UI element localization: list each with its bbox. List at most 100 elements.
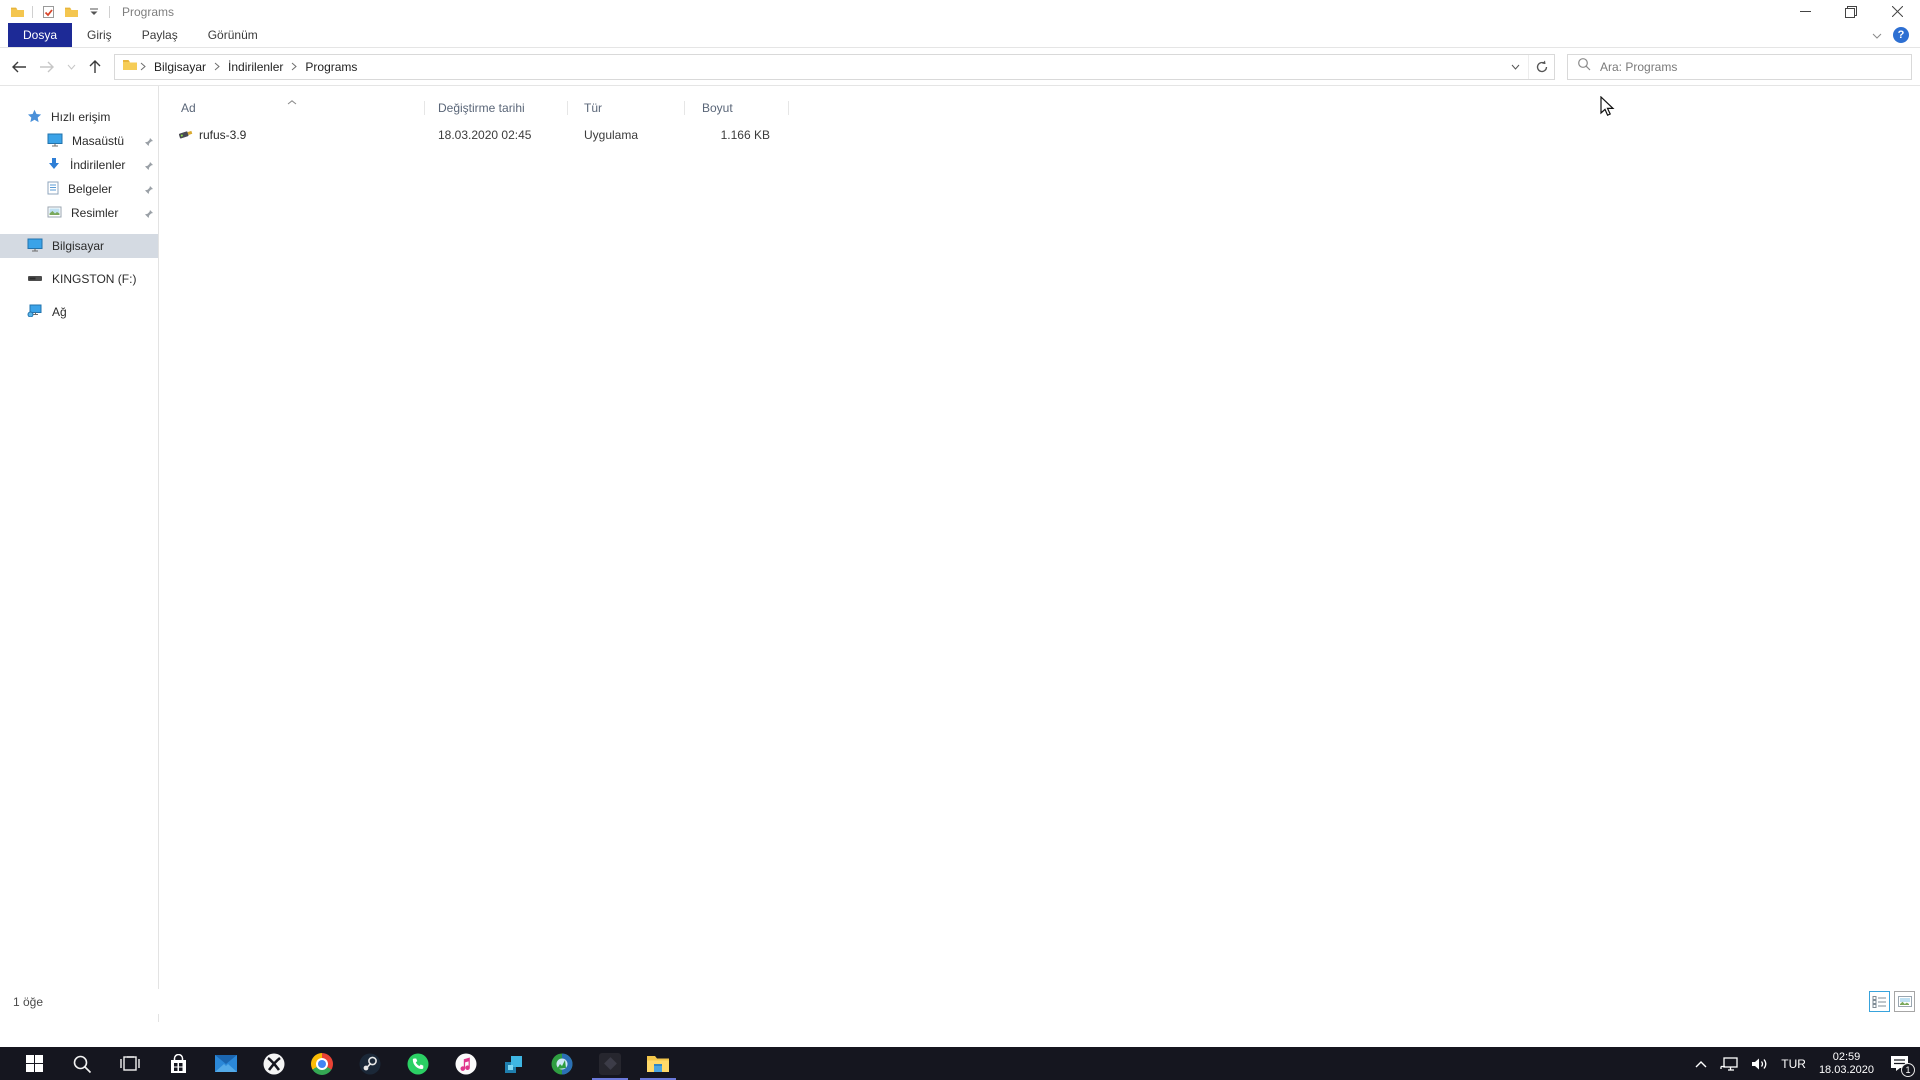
details-view-button[interactable]	[1869, 991, 1890, 1012]
computer-icon	[27, 238, 43, 255]
close-button[interactable]	[1874, 0, 1920, 23]
system-tray: TUR 02:59 18.03.2020 1	[1695, 1051, 1920, 1077]
sidebar-item-label: Belgeler	[68, 182, 112, 196]
address-bar[interactable]: Bilgisayar İndirilenler Programs	[114, 54, 1555, 80]
breadcrumb-item-bilgisayar[interactable]: Bilgisayar	[148, 60, 212, 74]
help-button[interactable]: ?	[1893, 27, 1909, 43]
language-indicator[interactable]: TUR	[1781, 1057, 1806, 1071]
window-controls	[1782, 0, 1920, 23]
search-input[interactable]	[1600, 60, 1911, 74]
sidebar-item-bilgisayar[interactable]: Bilgisayar	[0, 234, 158, 258]
expand-ribbon-icon[interactable]	[1872, 26, 1882, 44]
file-row-rufus[interactable]: rufus-3.9 18.03.2020 02:45 Uygulama 1.16…	[159, 122, 1920, 148]
action-center-icon[interactable]: 1	[1887, 1053, 1911, 1075]
volume-icon[interactable]	[1751, 1057, 1768, 1071]
network-icon	[27, 304, 43, 320]
address-folder-icon	[122, 57, 138, 76]
breadcrumb-chevron-icon	[289, 62, 299, 71]
tab-giris[interactable]: Giriş	[72, 23, 127, 47]
sidebar-item-kingston[interactable]: KINGSTON (F:)	[0, 267, 158, 291]
breadcrumb-item-programs[interactable]: Programs	[299, 60, 363, 74]
column-header-ad[interactable]: Ad	[159, 94, 425, 122]
start-button[interactable]	[10, 1047, 58, 1080]
sidebar-item-label: İndirilenler	[70, 158, 125, 172]
pin-icon	[144, 184, 154, 198]
tab-paylas[interactable]: Paylaş	[127, 23, 193, 47]
quick-access-toolbar	[0, 0, 110, 23]
navigation-pane: Hızlı erişim Masaüstü İndirilenler	[0, 86, 159, 1022]
column-headers: Ad Değiştirme tarihi Tür Boyut	[159, 94, 1920, 122]
recent-locations-icon[interactable]	[62, 54, 80, 80]
ribbon-tab-bar: Dosya Giriş Paylaş Görünüm ?	[0, 23, 1920, 47]
itunes-icon[interactable]	[442, 1047, 490, 1080]
qat-separator	[109, 6, 110, 18]
dark-media-app-icon[interactable]	[586, 1047, 634, 1080]
back-button[interactable]	[6, 54, 32, 80]
customize-quick-access-icon[interactable]	[86, 4, 102, 20]
chrome-icon[interactable]	[298, 1047, 346, 1080]
sidebar-item-indirilenler[interactable]: İndirilenler	[0, 153, 158, 177]
large-icons-view-button[interactable]	[1894, 991, 1915, 1012]
sidebar-item-label: Masaüstü	[72, 134, 124, 148]
up-button[interactable]	[82, 54, 108, 80]
new-folder-icon[interactable]	[63, 4, 79, 20]
breadcrumb-chevron-icon	[138, 62, 148, 71]
pin-icon	[144, 208, 154, 222]
titlebar: Programs	[0, 0, 1920, 23]
sidebar-item-label: Bilgisayar	[52, 239, 104, 253]
sidebar-gap	[0, 225, 158, 234]
refresh-icon[interactable]	[1528, 55, 1554, 79]
file-explorer-icon[interactable]	[634, 1047, 682, 1080]
item-count: 1 öğe	[13, 995, 43, 1009]
taskbar-search-icon[interactable]	[58, 1047, 106, 1080]
usb-drive-icon	[27, 272, 43, 286]
tray-chevron-icon[interactable]	[1695, 1060, 1707, 1068]
network-icon[interactable]	[1720, 1057, 1738, 1071]
whatsapp-icon[interactable]	[394, 1047, 442, 1080]
file-size: 1.166 KB	[685, 122, 789, 148]
xbox-icon[interactable]	[250, 1047, 298, 1080]
file-name: rufus-3.9	[199, 128, 246, 142]
forward-button[interactable]	[34, 54, 60, 80]
column-header-degistirme-tarihi[interactable]: Değiştirme tarihi	[425, 94, 568, 122]
properties-icon[interactable]	[40, 4, 56, 20]
clock-date: 18.03.2020	[1819, 1064, 1874, 1077]
idm-icon[interactable]	[538, 1047, 586, 1080]
sidebar-item-resimler[interactable]: Resimler	[0, 201, 158, 225]
taskbar: TUR 02:59 18.03.2020 1	[0, 1047, 1920, 1080]
navigation-bar: Bilgisayar İndirilenler Programs	[0, 47, 1920, 86]
column-header-tur[interactable]: Tür	[568, 94, 685, 122]
notification-badge: 1	[1901, 1063, 1915, 1077]
sidebar-gap	[0, 291, 158, 300]
tab-dosya[interactable]: Dosya	[8, 23, 72, 47]
sidebar-item-masaustu[interactable]: Masaüstü	[0, 129, 158, 153]
pin-icon	[144, 160, 154, 174]
status-bar: 1 öğe	[0, 989, 1920, 1014]
view-toggles	[1869, 991, 1915, 1012]
breadcrumb-chevron-icon	[212, 62, 222, 71]
minimize-button[interactable]	[1782, 0, 1828, 23]
sidebar-item-quick-access[interactable]: Hızlı erişim	[0, 105, 158, 129]
pin-icon	[144, 136, 154, 150]
sidebar-item-label: KINGSTON (F:)	[52, 272, 136, 286]
microsoft-store-icon[interactable]	[154, 1047, 202, 1080]
blue-cubes-app-icon[interactable]	[490, 1047, 538, 1080]
app-folder-icon	[9, 4, 25, 20]
steam-icon[interactable]	[346, 1047, 394, 1080]
taskbar-clock[interactable]: 02:59 18.03.2020	[1819, 1051, 1874, 1077]
column-header-boyut[interactable]: Boyut	[685, 94, 789, 122]
sidebar-gap	[0, 258, 158, 267]
restore-button[interactable]	[1828, 0, 1874, 23]
previous-locations-icon[interactable]	[1502, 55, 1528, 79]
usb-app-icon	[178, 127, 193, 143]
sidebar-item-ag[interactable]: Ağ	[0, 300, 158, 324]
task-view-icon[interactable]	[106, 1047, 154, 1080]
tab-gorunum[interactable]: Görünüm	[193, 23, 273, 47]
search-box[interactable]	[1567, 54, 1912, 80]
mail-icon[interactable]	[202, 1047, 250, 1080]
file-modified-date: 18.03.2020 02:45	[425, 122, 568, 148]
sidebar-item-belgeler[interactable]: Belgeler	[0, 177, 158, 201]
file-type: Uygulama	[568, 122, 685, 148]
search-icon	[1577, 57, 1591, 76]
breadcrumb-item-indirilenler[interactable]: İndirilenler	[222, 60, 289, 74]
